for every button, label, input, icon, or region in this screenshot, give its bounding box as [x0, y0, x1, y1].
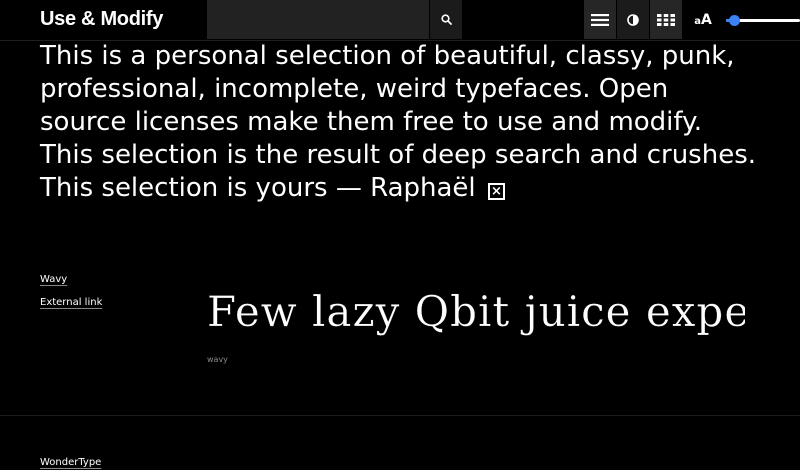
search-box [207, 0, 429, 39]
intro-text: This is a personal selection of beautifu… [40, 40, 760, 205]
site-logo[interactable]: Use & Modify [40, 8, 163, 31]
search-button[interactable] [430, 0, 462, 39]
font-size-big-label: A [700, 11, 712, 28]
search-input[interactable] [207, 0, 429, 39]
top-bar: Use & Modify a A [0, 0, 800, 41]
font-specimen-text[interactable]: Few lazy Qbit juice experts [207, 282, 745, 342]
intro-paragraph: This is a personal selection of beautifu… [40, 41, 757, 203]
search-icon [440, 14, 452, 25]
close-intro-button[interactable]: × [487, 183, 505, 200]
contrast-button[interactable] [617, 0, 649, 39]
font-caption: wavy [207, 355, 228, 364]
specimen-area: Few lazy Qbit juice experts [207, 282, 745, 342]
slider-thumb[interactable] [729, 15, 741, 26]
close-icon: × [490, 184, 502, 199]
grid-view-button[interactable] [650, 0, 682, 39]
font-size-small-label: a [694, 16, 701, 27]
grid-icon [657, 13, 675, 26]
font-size-slider[interactable] [726, 14, 800, 26]
font-name-link[interactable]: Wavy [40, 274, 67, 285]
section-divider [0, 415, 800, 416]
font-size-toggle[interactable]: aA [686, 0, 720, 39]
contrast-icon [627, 13, 639, 26]
hamburger-icon [591, 13, 609, 26]
list-view-button[interactable] [584, 0, 616, 39]
external-link[interactable]: External link [40, 297, 102, 308]
font-name-link[interactable]: WonderType [40, 457, 101, 468]
